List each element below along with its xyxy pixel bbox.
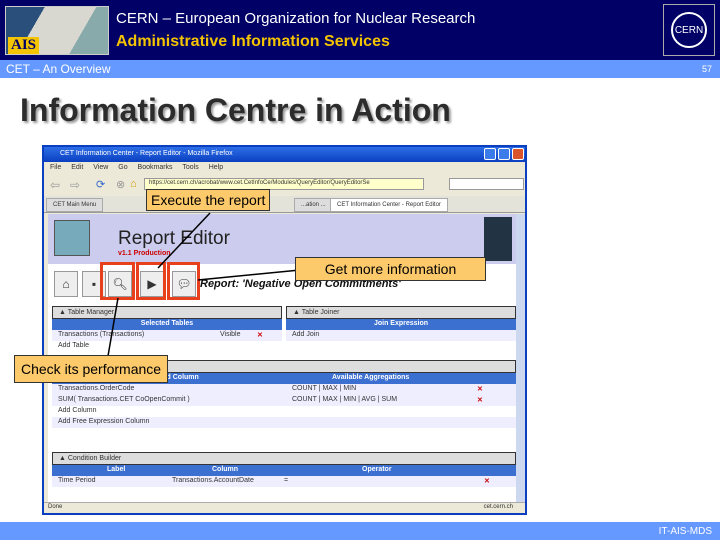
table-row: Transactions.OrderCode COUNT | MAX | MIN ✕ [52,384,516,395]
page-number: 57 [701,64,712,74]
callout-info: Get more information [295,257,486,281]
column-header: Column [212,466,239,473]
menu-edit[interactable]: Edit [71,164,83,171]
column-header: Selected Tables [52,319,282,330]
status-domain: cet.cern.ch [483,504,513,510]
delete-icon[interactable]: ✕ [477,396,483,404]
condition-column: Transactions.AccountDate [172,477,254,484]
tab-report-editor[interactable]: CET Information Center - Report Editor [330,198,448,212]
calculator-icon [54,220,90,256]
add-table-link[interactable]: Add Table [52,341,282,352]
callout-performance: Check its performance [14,355,169,383]
delete-icon[interactable]: ✕ [257,331,263,339]
add-join-link[interactable]: Add Join [286,330,516,341]
logo-text: AIS [8,37,40,54]
browser-window: CET Information Center - Report Editor -… [42,145,527,515]
back-icon[interactable]: ⇦ [50,178,60,192]
tab-bar [44,196,525,213]
home-button[interactable]: ⌂ [54,271,78,297]
table-name: Transactions (Transactions) [58,331,145,338]
condition-builder: ▲ Condition Builder Label Column Operator … [52,452,516,487]
add-free-expression-link[interactable]: Add Free Expression Column [52,417,516,428]
column-header: Join Expression [286,319,516,330]
panel-title: Condition Builder [67,455,122,462]
search-input[interactable] [449,178,524,190]
column-name: SUM( Transactions.CET CoOpenCommit ) [58,396,190,403]
highlight-info [167,262,200,300]
condition-operator: = [284,477,289,484]
aggregations[interactable]: COUNT | MAX | MIN | AVG | SUM [292,396,397,403]
footer-bar [0,522,720,540]
table-row: Transactions (Transactions) Visible ✕ [52,330,282,341]
delete-icon[interactable]: ✕ [484,477,490,485]
section-title: CET – An Overview [6,62,111,76]
menu-go[interactable]: Go [118,164,127,171]
menu-bookmarks[interactable]: Bookmarks [138,164,173,171]
menu-help[interactable]: Help [209,164,223,171]
version-label: v1.1 Production [118,250,171,257]
forward-icon[interactable]: ⇨ [70,178,80,192]
browser-title-bar: CET Information Center - Report Editor -… [44,147,525,162]
panel-title: Table Joiner [301,309,340,316]
table-joiner: ▲ Table Joiner Join Expression Add Join [286,306,516,341]
menu-view[interactable]: View [93,164,108,171]
condition-label: Time Period [58,477,96,484]
dept-name: Administrative Information Services [116,33,390,50]
table-row: SUM( Transactions.CET CoOpenCommit ) COUN… [52,395,516,406]
tab-main-menu[interactable]: CET Main Menu [46,198,104,212]
column-header: Label [107,466,126,473]
org-name: CERN – European Organization for Nuclear… [116,10,476,27]
highlight-execute [136,262,166,300]
table-state: Visible [220,331,241,338]
banner-image [484,217,512,261]
reload-icon[interactable]: ⟳ [96,178,105,191]
highlight-performance [100,262,135,300]
column-header: Available Aggregations [332,374,410,381]
add-column-link[interactable]: Add Column [52,406,516,417]
condition-builder-header[interactable]: ▲ Condition Builder [52,452,516,465]
report-editor-title: Report Editor [118,228,230,249]
stop-icon[interactable]: ⊗ [116,178,125,191]
column-headers: Label Column Operator [52,465,516,476]
status-bar: Done cet.cern.ch [44,502,525,513]
ais-logo: AIS [5,6,109,55]
table-manager: ▲ Table Manager Selected Tables Transact… [52,306,282,352]
vertical-scrollbar[interactable] [516,214,525,504]
column-header: Operator [362,466,392,473]
home-icon[interactable]: ⌂ [130,178,137,190]
menu-file[interactable]: File [50,164,61,171]
table-manager-header[interactable]: ▲ Table Manager [52,306,282,319]
window-title: CET Information Center - Report Editor -… [60,150,233,157]
footer-text: IT-AIS-MDS [658,526,712,537]
minimize-button[interactable] [484,148,496,160]
table-joiner-header[interactable]: ▲ Table Joiner [286,306,516,319]
slide-title: Information Centre in Action [20,92,451,128]
menu-tools[interactable]: Tools [182,164,198,171]
cern-logo: CERN [663,4,715,56]
maximize-button[interactable] [498,148,510,160]
status-text: Done [48,504,63,510]
delete-icon[interactable]: ✕ [477,385,483,393]
aggregations[interactable]: COUNT | MAX | MIN [292,385,356,392]
menu-bar: File Edit View Go Bookmarks Tools Help [44,162,525,174]
close-button[interactable] [512,148,524,160]
table-row: Time Period Transactions.AccountDate = ✕ [52,476,516,487]
tab-information[interactable]: ...ation ... [294,198,333,212]
panel-title: Table Manager [67,309,115,316]
cern-logo-text: CERN [671,12,707,48]
callout-execute: Execute the report [146,189,271,211]
column-name: Transactions.OrderCode [58,385,135,392]
